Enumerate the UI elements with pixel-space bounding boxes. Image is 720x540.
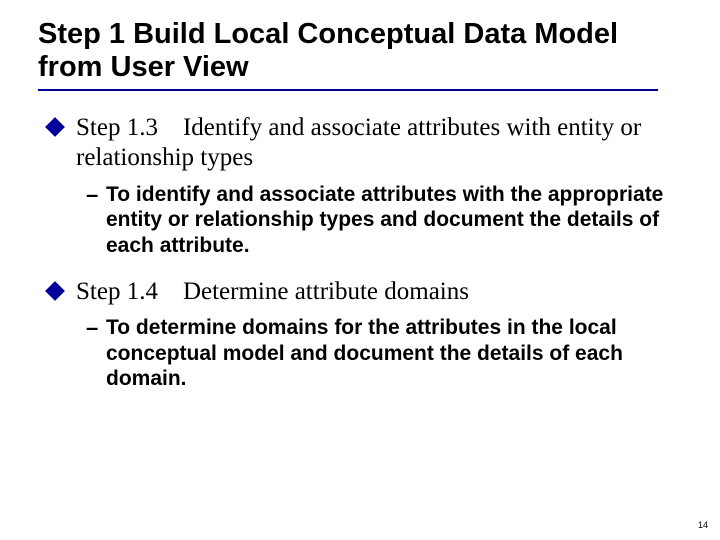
sub-bullet-item: – To determine domains for the attribute… xyxy=(48,315,670,392)
diamond-icon xyxy=(45,281,65,301)
diamond-icon xyxy=(45,117,65,137)
sub-bullet-text: To determine domains for the attributes … xyxy=(106,315,670,392)
sub-bullet-item: – To identify and associate attributes w… xyxy=(48,182,670,259)
bullet-item: Step 1.3 Identify and associate attribut… xyxy=(48,113,670,174)
slide: Step 1 Build Local Conceptual Data Model… xyxy=(0,0,720,540)
sub-bullet-text: To identify and associate attributes wit… xyxy=(106,182,670,259)
dash-icon: – xyxy=(86,182,98,208)
title-underline xyxy=(38,89,658,91)
bullet-heading: Step 1.3 Identify and associate attribut… xyxy=(76,113,670,174)
page-number: 14 xyxy=(698,520,708,530)
slide-body: Step 1.3 Identify and associate attribut… xyxy=(38,113,690,392)
bullet-heading: Step 1.4 Determine attribute domains xyxy=(76,277,670,308)
dash-icon: – xyxy=(86,315,98,341)
slide-title: Step 1 Build Local Conceptual Data Model… xyxy=(38,18,690,85)
bullet-item: Step 1.4 Determine attribute domains xyxy=(48,277,670,308)
